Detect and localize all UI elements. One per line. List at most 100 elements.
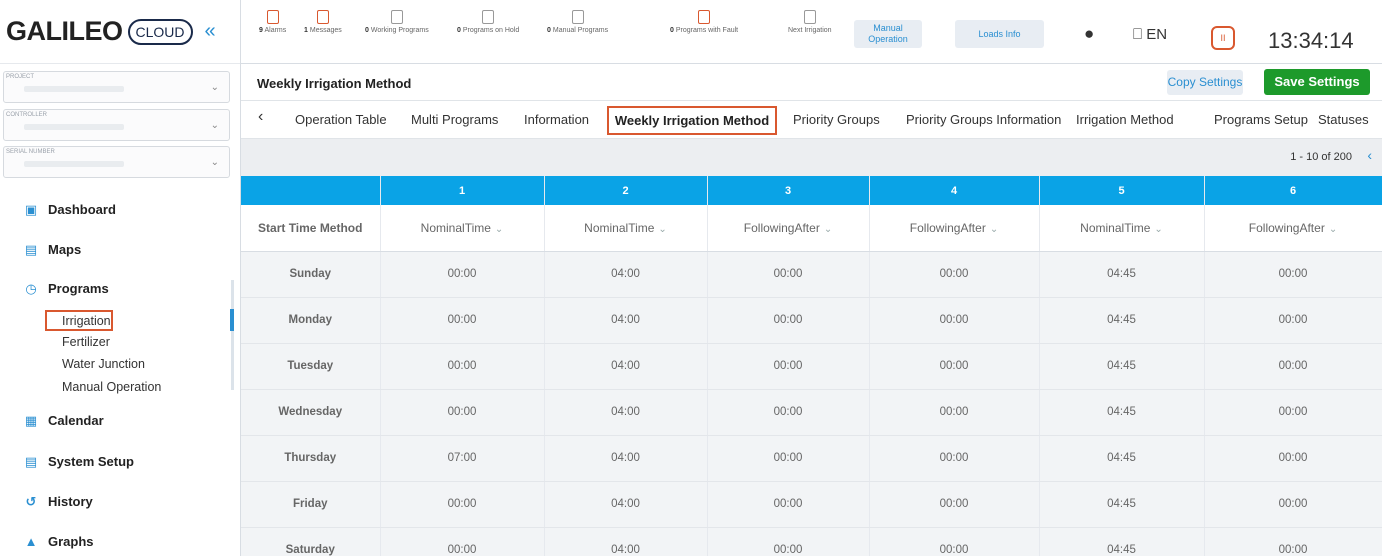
time-cell[interactable]: 04:45: [1039, 527, 1205, 556]
start-time-method-select[interactable]: FollowingAfter ⌄: [707, 205, 870, 252]
time-cell[interactable]: 04:00: [544, 251, 708, 298]
time-cell[interactable]: 00:00: [707, 297, 870, 344]
time-cell[interactable]: 00:00: [869, 251, 1040, 298]
fault-icon: [698, 10, 711, 24]
time-cell[interactable]: 00:00: [707, 527, 870, 556]
time-cell[interactable]: 00:00: [380, 389, 545, 436]
start-time-method-select[interactable]: NominalTime ⌄: [544, 205, 708, 252]
collapse-sidebar-button[interactable]: «: [205, 20, 216, 43]
chevron-down-icon: ⌄: [658, 223, 667, 235]
nav-history[interactable]: ↺ History: [24, 494, 93, 509]
time-cell[interactable]: 00:00: [707, 481, 870, 528]
start-time-method-select[interactable]: NominalTime ⌄: [1039, 205, 1205, 252]
time-cell[interactable]: 00:00: [380, 251, 545, 298]
time-cell[interactable]: 00:00: [380, 481, 545, 528]
tab-priority-groups-information[interactable]: Priority Groups Information: [906, 112, 1061, 127]
time-cell[interactable]: 00:00: [1204, 297, 1382, 344]
time-cell[interactable]: 04:45: [1039, 297, 1205, 344]
dashboard-icon: ▣: [24, 201, 38, 217]
programs-with-fault-stat[interactable]: 0 Programs with Fault: [670, 10, 738, 34]
pause-icon[interactable]: II: [1211, 26, 1235, 50]
nav-system-setup[interactable]: ▤ System Setup: [24, 454, 134, 469]
tab-irrigation-method[interactable]: Irrigation Method: [1076, 112, 1174, 127]
save-settings-button[interactable]: Save Settings: [1264, 69, 1370, 95]
time-cell[interactable]: 04:45: [1039, 435, 1205, 482]
manual-programs-stat[interactable]: 0 Manual Programs: [547, 10, 608, 34]
time-cell[interactable]: 00:00: [869, 527, 1040, 556]
time-cell[interactable]: 04:00: [544, 297, 708, 344]
time-cell[interactable]: 04:45: [1039, 389, 1205, 436]
user-icon[interactable]: ●: [1084, 24, 1094, 44]
start-time-method-select[interactable]: NominalTime ⌄: [380, 205, 545, 252]
pager-bar: 1 - 10 of 200 ‹: [241, 139, 1382, 176]
copy-settings-button[interactable]: Copy Settings: [1167, 70, 1243, 95]
controller-select[interactable]: CONTROLLER ⌄: [3, 109, 230, 141]
loads-info-button[interactable]: Loads Info: [955, 20, 1044, 48]
time-cell[interactable]: 00:00: [869, 435, 1040, 482]
messages-stat[interactable]: 1 Messages: [304, 10, 342, 34]
time-cell[interactable]: 04:45: [1039, 251, 1205, 298]
nav-water-junction[interactable]: Water Junction: [62, 357, 145, 371]
tab-programs-setup[interactable]: Programs Setup: [1214, 112, 1308, 127]
time-cell[interactable]: 00:00: [1204, 435, 1382, 482]
time-cell[interactable]: 00:00: [707, 343, 870, 390]
time-cell[interactable]: 00:00: [869, 481, 1040, 528]
time-cell[interactable]: 04:00: [544, 389, 708, 436]
tab-priority-groups[interactable]: Priority Groups: [793, 112, 880, 127]
method-value: FollowingAfter: [743, 220, 820, 235]
chevron-down-icon: ⌄: [1154, 223, 1163, 235]
tab-information[interactable]: Information: [524, 112, 589, 127]
programs-on-hold-stat[interactable]: 0 Programs on Hold: [457, 10, 519, 34]
time-cell[interactable]: 00:00: [869, 389, 1040, 436]
manual-operation-button[interactable]: Manual Operation: [854, 20, 922, 48]
time-cell[interactable]: 00:00: [707, 435, 870, 482]
tab-operation-table[interactable]: Operation Table: [295, 112, 387, 127]
time-cell[interactable]: 00:00: [380, 343, 545, 390]
alarms-stat[interactable]: 9 Alarms: [259, 10, 286, 34]
time-cell[interactable]: 00:00: [1204, 251, 1382, 298]
start-time-method-select[interactable]: FollowingAfter ⌄: [1204, 205, 1382, 252]
next-irrigation-stat[interactable]: Next Irrigation: [788, 10, 832, 34]
time-cell[interactable]: 04:00: [544, 527, 708, 556]
time-cell[interactable]: 00:00: [1204, 481, 1382, 528]
sidebar-scroll-thumb[interactable]: [230, 309, 234, 331]
nav-maps[interactable]: ▤ Maps: [24, 242, 81, 257]
time-cell[interactable]: 00:00: [1204, 527, 1382, 556]
tab-multi-programs[interactable]: Multi Programs: [411, 112, 498, 127]
time-cell[interactable]: 00:00: [380, 297, 545, 344]
nav-fertilizer[interactable]: Fertilizer: [62, 335, 110, 349]
time-cell[interactable]: 00:00: [707, 251, 870, 298]
nav-dashboard[interactable]: ▣ Dashboard: [24, 202, 116, 217]
time-cell[interactable]: 00:00: [869, 297, 1040, 344]
time-cell[interactable]: 00:00: [1204, 389, 1382, 436]
nav-irrigation[interactable]: Irrigation: [45, 310, 113, 331]
time-cell[interactable]: 00:00: [380, 527, 545, 556]
nav-calendar[interactable]: ▦ Calendar: [24, 413, 104, 428]
time-cell[interactable]: 00:00: [869, 343, 1040, 390]
tabs-scroll-left-button[interactable]: ‹: [258, 108, 263, 126]
start-time-method-select[interactable]: FollowingAfter ⌄: [869, 205, 1040, 252]
time-cell[interactable]: 04:00: [544, 481, 708, 528]
tab-statuses[interactable]: Statuses: [1318, 112, 1369, 127]
time-cell[interactable]: 04:45: [1039, 343, 1205, 390]
previous-page-button[interactable]: ‹: [1367, 147, 1372, 163]
time-cell[interactable]: 00:00: [707, 389, 870, 436]
nav-programs[interactable]: ◷ Programs: [24, 281, 108, 296]
project-label: PROJECT: [6, 74, 35, 80]
topbar: 9 Alarms 1 Messages 0 Working Programs 0…: [241, 0, 1382, 64]
header-corner: [241, 176, 381, 205]
project-select[interactable]: PROJECT ⌄: [3, 71, 230, 103]
nav-manual-operation[interactable]: Manual Operation: [62, 380, 161, 394]
nav-graphs[interactable]: ▲ Graphs: [24, 534, 94, 549]
time-cell[interactable]: 04:45: [1039, 481, 1205, 528]
time-cell[interactable]: 04:00: [544, 435, 708, 482]
working-programs-stat[interactable]: 0 Working Programs: [365, 10, 429, 34]
language-selector[interactable]: ⎕ EN: [1133, 26, 1167, 43]
serial-number-select[interactable]: SERIAL NUMBER ⌄: [3, 146, 230, 178]
time-cell[interactable]: 04:00: [544, 343, 708, 390]
time-cell[interactable]: 07:00: [380, 435, 545, 482]
history-icon: ↺: [25, 493, 37, 509]
sidebar-scrollbar[interactable]: [231, 280, 234, 390]
time-cell[interactable]: 00:00: [1204, 343, 1382, 390]
tab-weekly-irrigation-method[interactable]: Weekly Irrigation Method: [607, 106, 777, 135]
